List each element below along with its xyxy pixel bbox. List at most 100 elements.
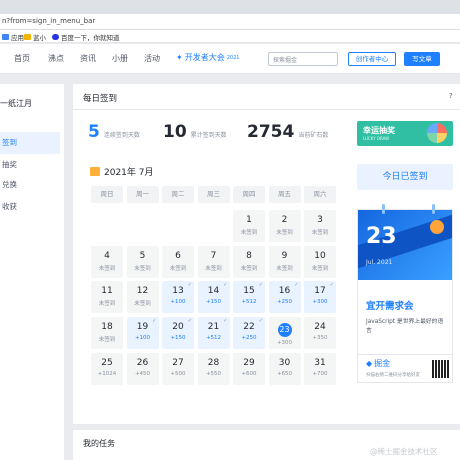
sidebar-item-exchange[interactable]: 兑换 [0,174,60,196]
day-number: 5 [139,250,146,261]
day-reward: +300 [312,299,328,306]
calendar-day[interactable]: 14 +150 ✓ [197,281,230,314]
pin-icon [382,204,385,214]
day-reward: +250 [276,299,293,306]
calendar-day[interactable]: 11 未签到 [91,281,123,314]
nav-home[interactable]: 首页 [14,53,30,64]
calendar-day[interactable]: 25 +1024 [91,352,123,385]
baidu-icon [52,34,59,40]
day-number: 12 [136,286,149,297]
signed-today-button[interactable]: 今日已签到 [357,164,453,190]
lucky-draw-banner[interactable]: 幸运抽奖 LUCKY DRAW [357,121,453,146]
day-reward: +650 [276,370,293,377]
calendar-day[interactable]: 23 +300 [268,317,301,350]
calendar-day[interactable]: 9 未签到 [268,245,301,278]
check-icon: ✓ [329,282,334,289]
calendar-day[interactable]: 3 未签到 [304,210,336,242]
day-number: 29 [243,357,255,368]
calendar-month: 2021年 7月 [90,165,154,178]
day-reward: +100 [134,335,151,342]
user-name: 一纸江月 [0,99,32,108]
calendar-day[interactable]: 16 +250 ✓ [268,281,301,314]
card-title: 宜开需求会 [366,301,414,312]
calendar-day[interactable]: 15 +512 ✓ [233,281,265,314]
calendar-day[interactable]: 13 +100 ✓ [162,281,194,314]
nav-events[interactable]: 活动 [144,53,160,64]
calendar-day[interactable]: 20 +150 ✓ [162,317,194,350]
day-reward: +600 [241,370,257,377]
calendar-day[interactable]: 7 未签到 [197,245,230,278]
day-reward: +150 [205,299,222,306]
check-icon: ✓ [187,318,192,325]
sidebar-item-harvest[interactable]: 收获 [0,196,60,218]
calendar-day[interactable]: 30 +650 [268,352,301,385]
search-input[interactable]: 探索掘金 [268,52,338,66]
share-hint: 扫描右侧二维码分享给好友 [366,373,420,378]
day-number: 2 [281,215,288,225]
daily-card-image: 23 Jul. 2021 [358,210,452,280]
day-number: 7 [210,250,217,261]
calendar-day[interactable]: 18 未签到 [91,317,123,350]
check-icon: ✓ [258,282,263,289]
day-number: 28 [207,357,220,368]
day-reward: +100 [170,299,186,306]
calendar-day[interactable]: 22 +250 ✓ [233,317,265,350]
calendar-day[interactable]: 2 未签到 [268,210,301,242]
weekday-header: 周三 [197,186,230,203]
address-bar[interactable]: n?from=sign_in_menu_bar [0,14,460,30]
nav-pins[interactable]: 沸点 [48,53,64,64]
weekday-header: 周四 [233,186,265,203]
creator-center-button[interactable]: 创作者中心 [348,52,396,66]
calendar-day[interactable]: 27 +500 [162,352,194,385]
check-icon: ✓ [223,282,228,289]
calendar-day[interactable]: 10 未签到 [304,245,336,278]
weekday-header: 周五 [268,186,301,203]
calendar-day[interactable]: 8 未签到 [233,245,265,278]
page-title: 每日签到 [83,94,118,104]
day-number: 24 [314,322,326,333]
calendar-day[interactable]: 5 未签到 [126,245,159,278]
day-reward: +450 [134,370,151,377]
day-number: 9 [281,250,288,261]
calendar-day[interactable]: 24 +350 [304,317,336,350]
calendar-day[interactable]: 12 未签到 [126,281,159,314]
sidebar-item-lottery[interactable]: 抽奖 [0,154,60,176]
day-number: 4 [104,250,110,261]
bookmark-folder[interactable]: 蓝小 [24,32,46,42]
calendar-day[interactable]: 31 +700 [304,352,336,385]
bookmark-baidu[interactable]: 百度一下，你就知道 [52,32,120,42]
write-article-button[interactable]: 写文章 [404,52,440,66]
day-reward: 未签到 [205,265,222,272]
conference-logo[interactable]: ✦ 开发者大会 2021 [176,52,239,63]
site-nav: 首页 沸点 资讯 小册 活动 ✦ 开发者大会 2021 探索掘金 创作者中心 写文章 [0,44,460,74]
url-text[interactable]: n?from=sign_in_menu_bar [2,17,95,25]
nav-news[interactable]: 资讯 [80,53,96,64]
sidebar-item-signin[interactable]: 签到 [0,132,60,154]
day-number: 3 [317,215,323,225]
day-number: 31 [314,357,326,368]
calendar-day[interactable]: 4 未签到 [91,245,123,278]
nav-books[interactable]: 小册 [112,53,128,64]
ball-icon [430,220,444,234]
calendar-day[interactable]: 28 +550 [197,352,230,385]
check-icon: ✓ [187,282,192,289]
calendar-day[interactable]: 21 +512 ✓ [197,317,230,350]
calendar-day[interactable]: 17 +300 ✓ [304,281,336,314]
bookmark-apps[interactable]: 应用 [2,32,24,42]
day-reward: 未签到 [311,265,329,272]
folder-icon [24,34,31,40]
weekday-header: 周二 [162,186,194,203]
card-month: Jul. 2021 [366,259,393,266]
calendar-day[interactable]: 29 +600 [233,352,265,385]
stat-ore: 2754 当前矿石数 [247,122,329,142]
calendar-icon [90,167,100,176]
daily-card: 23 Jul. 2021 宜开需求会 JavaScript 是世界上最好的语言 … [357,204,453,383]
day-reward: 未签到 [134,301,151,308]
calendar-day[interactable]: 19 +100 ✓ [126,317,159,350]
calendar-day[interactable]: 6 未签到 [162,245,194,278]
day-reward: +150 [170,335,186,342]
calendar-day[interactable]: 26 +450 [126,352,159,385]
day-number: 1 [246,215,252,225]
calendar-day[interactable]: 1 未签到 [233,210,265,242]
help-icon[interactable]: ? [449,92,453,100]
